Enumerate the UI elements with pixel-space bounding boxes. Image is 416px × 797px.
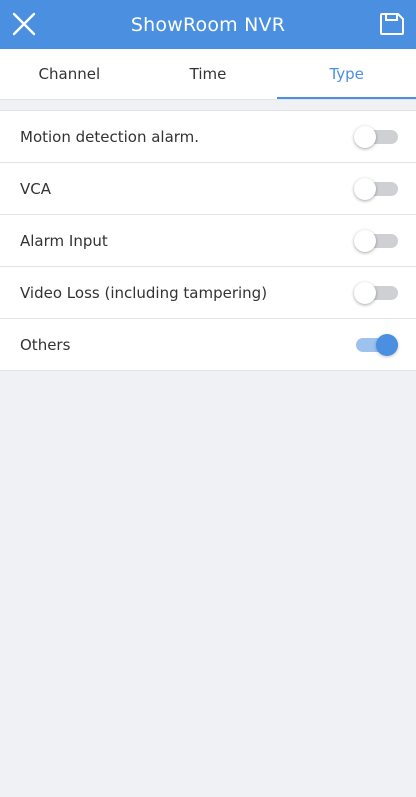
close-button[interactable] [6,6,42,42]
motion-detection-toggle[interactable] [354,125,398,149]
list-item-label: Alarm Input [20,231,108,250]
tab-type[interactable]: Type [277,49,416,99]
list-item-motion-detection: Motion detection alarm. [0,111,416,163]
tab-time[interactable]: Time [139,49,278,99]
close-icon [12,12,36,36]
vca-toggle[interactable] [354,177,398,201]
list-item-vca: VCA [0,163,416,215]
toggle-knob [354,229,376,252]
tab-channel[interactable]: Channel [0,49,139,99]
alarm-type-list: Motion detection alarm. VCA Alarm Input … [0,110,416,371]
list-item-label: Video Loss (including tampering) [20,283,268,302]
video-loss-toggle[interactable] [354,281,398,305]
tab-label: Type [329,65,364,83]
tab-divider [0,99,416,100]
tab-bar: Channel Time Type [0,49,416,99]
list-item-label: VCA [20,179,51,198]
tab-label: Time [189,65,227,83]
list-item-others: Others [0,319,416,371]
list-item-alarm-input: Alarm Input [0,215,416,267]
tab-label: Channel [38,65,101,83]
save-button[interactable] [374,6,410,42]
list-item-video-loss: Video Loss (including tampering) [0,267,416,319]
list-item-label: Motion detection alarm. [20,127,200,146]
list-item-label: Others [20,335,71,354]
alarm-input-toggle[interactable] [354,229,398,253]
toggle-knob [376,333,398,356]
toggle-knob [354,177,376,200]
page-title: ShowRoom NVR [130,13,286,36]
toggle-knob [354,281,376,304]
toggle-knob [354,125,376,148]
others-toggle[interactable] [354,333,398,357]
save-icon [380,13,404,35]
app-header: ShowRoom NVR [0,0,416,49]
